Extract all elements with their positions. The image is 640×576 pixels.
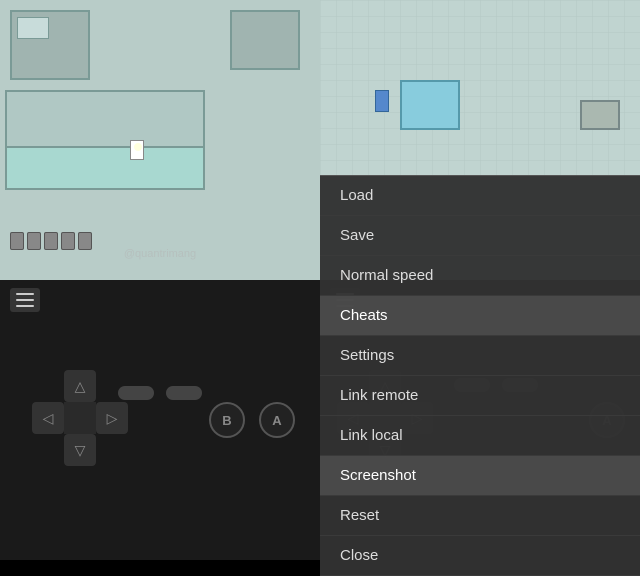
controls-left: △ ◁ ▷ ▽ B A xyxy=(0,280,320,560)
gb-background-left xyxy=(0,0,320,280)
select-button[interactable] xyxy=(118,386,154,400)
start-button[interactable] xyxy=(166,386,202,400)
dpad-up-button[interactable]: △ xyxy=(64,370,96,402)
menu-item-link-local[interactable]: Link local xyxy=(320,416,640,456)
barrel-3 xyxy=(44,232,58,250)
dropdown-menu: Load Save Normal speed Cheats Settings L… xyxy=(320,175,640,576)
dpad-center xyxy=(64,402,96,434)
menu-item-reset[interactable]: Reset xyxy=(320,496,640,536)
menu-item-settings[interactable]: Settings xyxy=(320,336,640,376)
building-top-left xyxy=(10,10,90,80)
dpad-right-button[interactable]: ▷ xyxy=(96,402,128,434)
start-select-buttons xyxy=(118,386,202,400)
b-button-left[interactable]: B xyxy=(209,402,245,438)
a-button-left[interactable]: A xyxy=(259,402,295,438)
left-panel: @quantrimang △ ◁ ▷ ▽ xyxy=(0,0,320,560)
barrel-4 xyxy=(61,232,75,250)
building-middle xyxy=(5,90,205,190)
dpad-bottom-row: ▽ xyxy=(30,434,130,466)
barrels xyxy=(10,232,92,250)
dpad-top-row: △ xyxy=(30,370,130,402)
building-top-right xyxy=(230,10,300,70)
menu-item-link-remote[interactable]: Link remote xyxy=(320,376,640,416)
right-panel: △ ◁ ▷ ▽ A Load Save Normal speed Cheats … xyxy=(320,0,640,560)
menu-button-left[interactable] xyxy=(10,288,40,312)
barrel-1 xyxy=(10,232,24,250)
hamburger-line-3 xyxy=(16,305,34,307)
barrel-5 xyxy=(78,232,92,250)
menu-item-normal-speed[interactable]: Normal speed xyxy=(320,256,640,296)
screen-object xyxy=(400,80,460,130)
npc-sprite xyxy=(375,90,389,112)
dpad-middle-row: ◁ ▷ xyxy=(30,402,130,434)
menu-item-screenshot[interactable]: Screenshot xyxy=(320,456,640,496)
dpad-left: △ ◁ ▷ ▽ xyxy=(30,370,130,470)
menu-item-close[interactable]: Close xyxy=(320,536,640,576)
counter-object xyxy=(580,100,620,130)
dpad-down-button[interactable]: ▽ xyxy=(64,434,96,466)
hamburger-line-2 xyxy=(16,299,34,301)
menu-item-cheats[interactable]: Cheats xyxy=(320,296,640,336)
hamburger-line-1 xyxy=(16,293,34,295)
menu-item-load[interactable]: Load xyxy=(320,176,640,216)
dpad-left-button[interactable]: ◁ xyxy=(32,402,64,434)
player-sprite-left xyxy=(130,140,144,160)
ab-buttons-left: B A xyxy=(209,402,295,438)
menu-item-save[interactable]: Save xyxy=(320,216,640,256)
barrel-2 xyxy=(27,232,41,250)
game-screen-left: @quantrimang xyxy=(0,0,320,280)
